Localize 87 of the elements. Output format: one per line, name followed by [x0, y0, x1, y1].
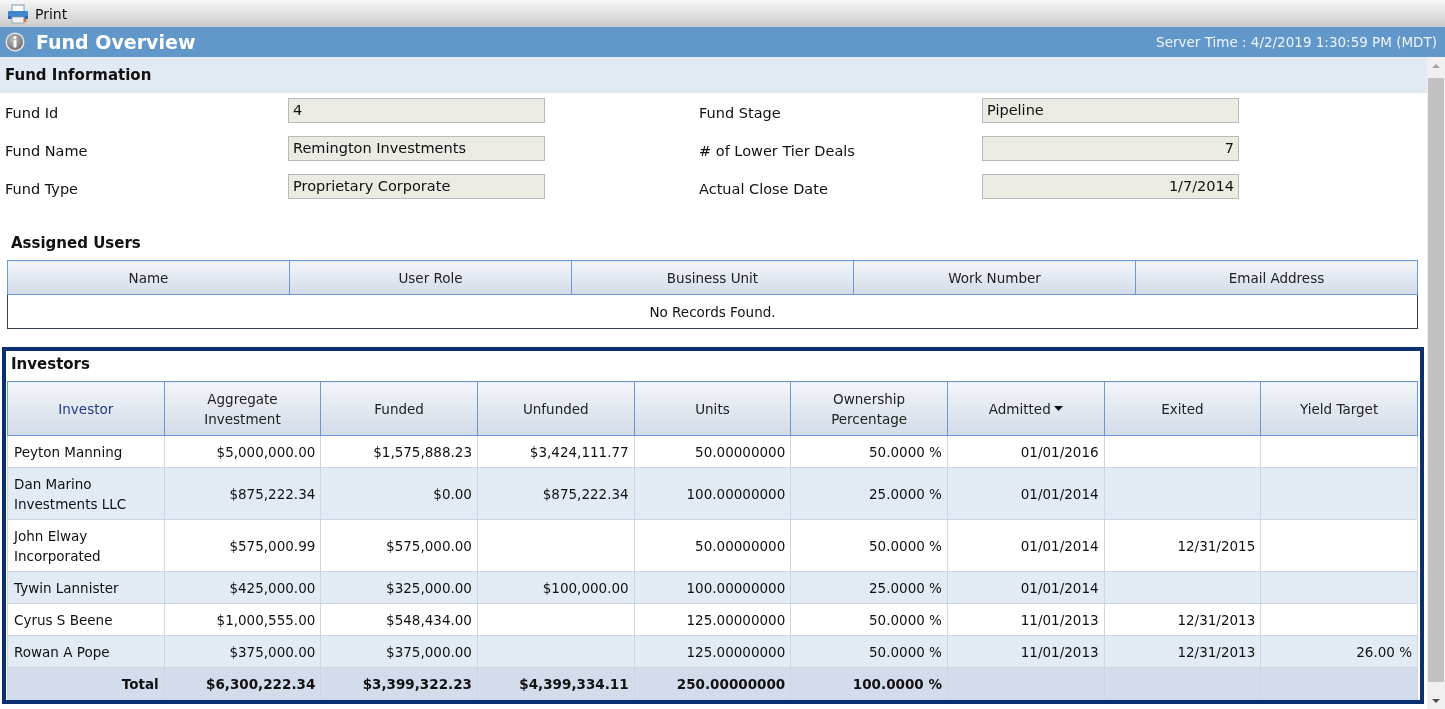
table-cell: 100.0000 %	[790, 667, 948, 700]
table-cell: 25.0000 %	[790, 467, 948, 520]
table-cell: 12/31/2013	[1104, 603, 1261, 636]
column-header[interactable]: Name	[7, 260, 290, 295]
read-only-field[interactable]: 1/7/2014	[982, 174, 1239, 199]
column-header[interactable]: Funded	[320, 381, 478, 436]
table-cell: 50.00000000	[634, 519, 791, 572]
read-only-field[interactable]: Proprietary Corporate	[288, 174, 545, 199]
table-cell: $1,575,888.23	[320, 435, 478, 468]
table-cell: 25.0000 %	[790, 571, 948, 604]
table-cell: $1,000,555.00	[164, 603, 321, 636]
column-header[interactable]: Admitted	[947, 381, 1105, 436]
table-cell: $0.00	[320, 467, 478, 520]
column-header[interactable]: Yield Target	[1260, 381, 1418, 436]
table-cell: 125.00000000	[634, 603, 791, 636]
read-only-field[interactable]: Remington Investments	[288, 136, 545, 161]
info-icon	[5, 32, 25, 52]
table-cell: $548,434.00	[320, 603, 478, 636]
table-cell: $3,399,322.23	[320, 667, 478, 700]
read-only-field[interactable]: Pipeline	[982, 98, 1239, 123]
column-header[interactable]: User Role	[289, 260, 572, 295]
print-button[interactable]: Print	[7, 1, 71, 26]
read-only-field[interactable]: 7	[982, 136, 1239, 161]
scroll-thumb[interactable]	[1428, 78, 1444, 682]
table-cell: 50.0000 %	[790, 519, 948, 572]
table-cell: 250.00000000	[634, 667, 791, 700]
table-cell: Tywin Lannister	[7, 571, 165, 604]
column-header[interactable]: Units	[634, 381, 791, 436]
empty-message: No Records Found.	[7, 294, 1418, 329]
table-cell: 01/01/2014	[947, 571, 1105, 604]
section-title: Investors	[10, 354, 91, 375]
column-header[interactable]: Unfunded	[477, 381, 635, 436]
table-cell: $875,222.34	[164, 467, 321, 520]
table-cell: $6,300,222.34	[164, 667, 321, 700]
table-cell: $575,000.99	[164, 519, 321, 572]
table-cell: John Elway Incorporated	[7, 519, 165, 572]
field-label: Fund Stage	[699, 103, 782, 121]
column-header[interactable]: Work Number	[853, 260, 1136, 295]
field-label: # of Lower Tier Deals	[699, 141, 856, 159]
table-cell: 12/31/2015	[1104, 519, 1261, 572]
table-cell: $875,222.34	[477, 467, 635, 520]
table-cell: 50.0000 %	[790, 603, 948, 636]
table-cell: 26.00 %	[1260, 635, 1418, 668]
column-header[interactable]: Exited	[1104, 381, 1261, 436]
column-header[interactable]: Ownership Percentage	[790, 381, 948, 436]
column-header[interactable]: Investor	[7, 381, 165, 436]
table-cell: $4,399,334.11	[477, 667, 635, 700]
table-cell: Dan Marino Investments LLC	[7, 467, 165, 520]
read-only-field[interactable]: 4	[288, 98, 545, 123]
caret-down-icon	[1432, 698, 1440, 703]
table-cell: 01/01/2014	[947, 519, 1105, 572]
server-time: Server Time : 4/2/2019 1:30:59 PM (MDT)	[1156, 34, 1437, 50]
field-label: Actual Close Date	[699, 179, 829, 197]
field-label: Fund Name	[5, 141, 89, 159]
column-header[interactable]: Business Unit	[571, 260, 854, 295]
table-cell: $375,000.00	[320, 635, 478, 668]
page-title: Fund Overview	[36, 31, 196, 53]
table-cell: $575,000.00	[320, 519, 478, 572]
caret-up-icon	[1432, 63, 1440, 68]
column-header[interactable]: Email Address	[1135, 260, 1418, 295]
table-cell: 50.00000000	[634, 435, 791, 468]
section-title: Assigned Users	[10, 233, 142, 253]
table-cell: $3,424,111.77	[477, 435, 635, 468]
field-label: Fund Id	[5, 103, 60, 121]
table-cell: 125.00000000	[634, 635, 791, 668]
table-cell: 11/01/2013	[947, 603, 1105, 636]
table-cell: 11/01/2013	[947, 635, 1105, 668]
table-cell: $100,000.00	[477, 571, 635, 604]
field-label: Fund Type	[5, 179, 80, 197]
table-cell: Total	[7, 667, 165, 700]
table-cell: Peyton Manning	[7, 435, 165, 468]
table-cell: 01/01/2014	[947, 467, 1105, 520]
table-cell: 50.0000 %	[790, 435, 948, 468]
section-title: Fund Information	[5, 66, 152, 84]
table-cell: 100.00000000	[634, 467, 791, 520]
table-cell: 01/01/2016	[947, 435, 1105, 468]
table-cell: $375,000.00	[164, 635, 321, 668]
column-header[interactable]: Aggregate Investment	[164, 381, 321, 436]
table-cell: 50.0000 %	[790, 635, 948, 668]
printer-icon	[7, 3, 29, 24]
table-cell: $325,000.00	[320, 571, 478, 604]
table-cell: 12/31/2013	[1104, 635, 1261, 668]
table-cell: 100.00000000	[634, 571, 791, 604]
table-cell: $425,000.00	[164, 571, 321, 604]
table-cell: Cyrus S Beene	[7, 603, 165, 636]
table-cell: Rowan A Pope	[7, 635, 165, 668]
table-cell: $5,000,000.00	[164, 435, 321, 468]
